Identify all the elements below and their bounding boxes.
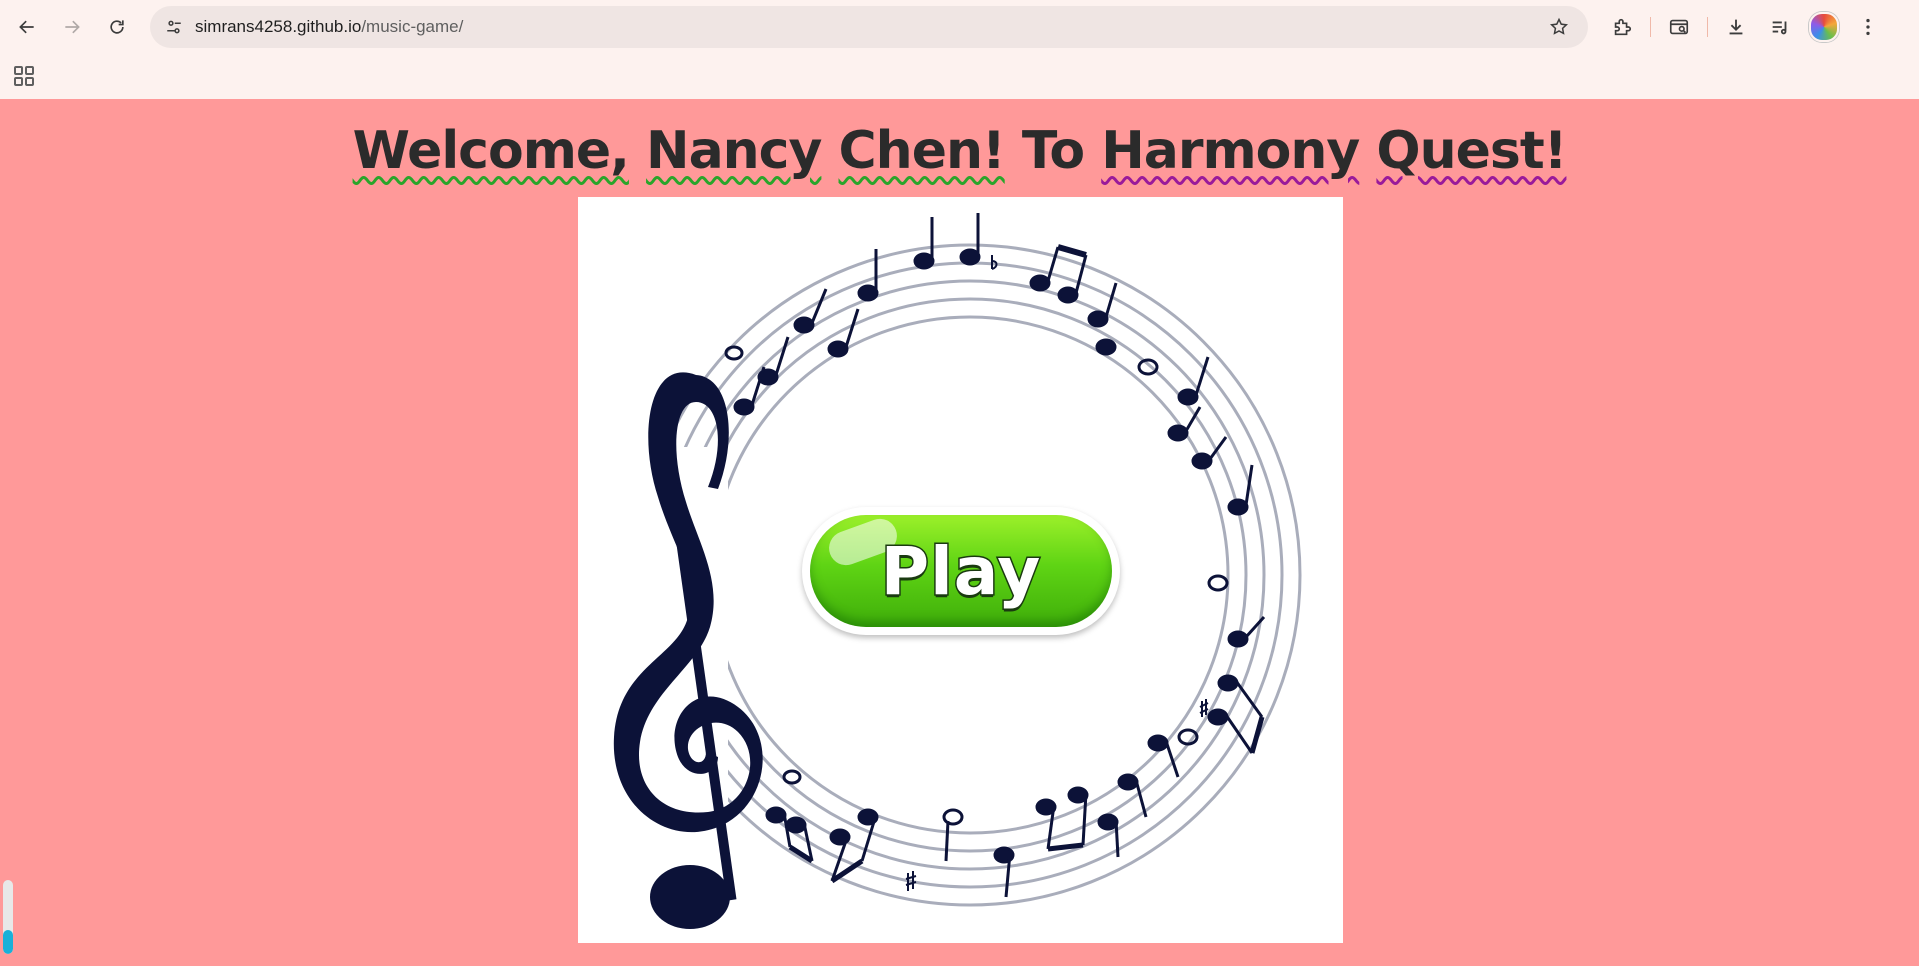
forward-arrow-icon[interactable] (54, 9, 90, 45)
toolbar-actions (1600, 9, 1890, 45)
play-button[interactable]: Play (802, 507, 1120, 635)
title-word: Nancy (646, 121, 822, 181)
back-arrow-icon[interactable] (9, 9, 45, 45)
title-word: Harmony (1101, 121, 1360, 181)
title-word: Chen! (838, 121, 1006, 181)
media-queue-icon[interactable] (1762, 9, 1798, 45)
volume-indicator[interactable] (3, 880, 13, 954)
play-button-face: Play (810, 515, 1112, 627)
avatar (1809, 12, 1839, 42)
browser-toolbar: simrans4258.github.io/music-game/ (0, 0, 1919, 54)
title-word: Quest! (1376, 121, 1567, 181)
url-host: simrans4258.github.io (195, 17, 362, 36)
profile-avatar[interactable] (1806, 9, 1842, 45)
url-text[interactable]: simrans4258.github.io/music-game/ (195, 17, 463, 37)
download-icon[interactable] (1718, 9, 1754, 45)
toolbar-divider (1650, 17, 1651, 37)
apps-grid-icon[interactable] (12, 64, 36, 88)
page-title: Welcome, Nancy Chen! To Harmony Quest! (0, 121, 1919, 181)
play-button-label: Play (879, 531, 1042, 611)
bookmarks-bar (0, 54, 1919, 99)
title-word: To (1021, 121, 1085, 181)
tune-icon[interactable] (159, 12, 189, 42)
reload-icon[interactable] (99, 9, 135, 45)
title-word: Welcome, (352, 121, 630, 181)
game-page: Welcome, Nancy Chen! To Harmony Quest! P… (0, 99, 1919, 966)
puzzle-icon[interactable] (1604, 9, 1640, 45)
address-bar[interactable]: simrans4258.github.io/music-game/ (150, 6, 1588, 48)
volume-indicator-fill (3, 930, 13, 954)
toolbar-divider (1707, 17, 1708, 37)
kebab-menu-icon[interactable] (1850, 9, 1886, 45)
url-path: /music-game/ (361, 17, 464, 36)
star-icon[interactable] (1544, 12, 1574, 42)
search-tab-icon[interactable] (1661, 9, 1697, 45)
game-illustration: Play (578, 197, 1343, 943)
